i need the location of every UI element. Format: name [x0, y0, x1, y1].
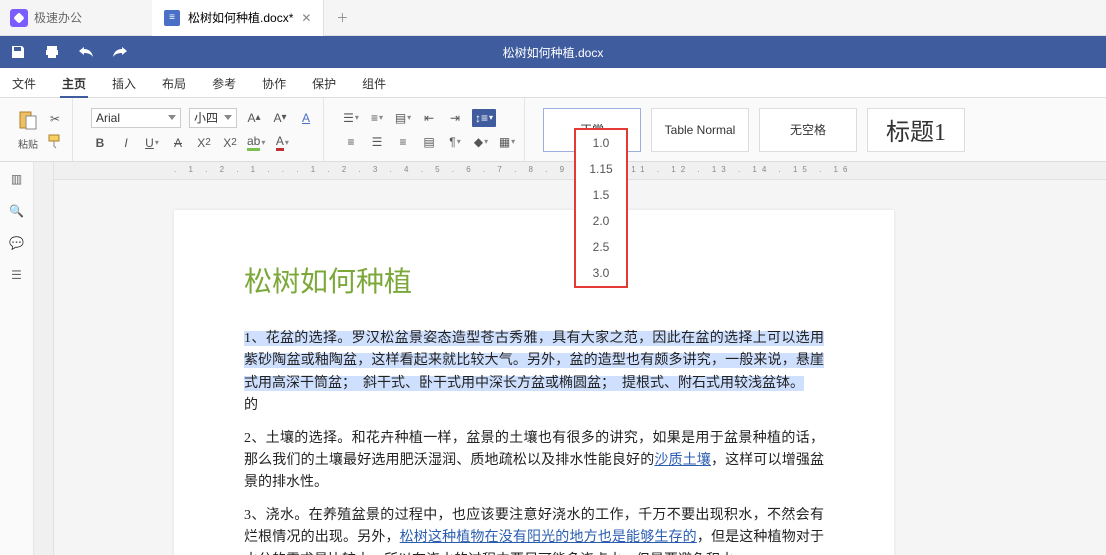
side-toolbar: ▥ 🔍 💬 ☰ — [0, 162, 34, 555]
shading-icon[interactable]: ◆▾ — [472, 133, 490, 151]
decrease-indent-icon[interactable]: ⇤ — [420, 109, 438, 127]
menu-tab-0[interactable]: 文件 — [10, 70, 38, 97]
menu-tabs: 文件主页插入布局参考协作保护组件 — [0, 68, 1106, 98]
paste-label: 粘贴 — [18, 136, 38, 151]
document-title[interactable]: 松树如何种植 — [244, 260, 824, 300]
titlebar: 极速办公 ≡ 松树如何种植.docx* ✕ ＋ — [0, 0, 1106, 36]
font-name-select[interactable]: Arial — [91, 108, 181, 128]
menu-tab-3[interactable]: 布局 — [160, 70, 188, 97]
align-justify-icon[interactable]: ▤ — [420, 133, 438, 151]
work-area: ▥ 🔍 💬 ☰ . 1 . 2 . 1 . . . 1 . 2 . 3 . 4 … — [0, 162, 1106, 555]
line-spacing-option-2.0[interactable]: 2.0 — [576, 208, 626, 234]
line-spacing-menu: 1.01.151.52.02.53.0 — [574, 128, 628, 288]
page: 松树如何种植 1、花盆的选择。罗汉松盆景姿态造型苍古秀雅，具有大家之范，因此在盆… — [174, 210, 894, 555]
new-tab-button[interactable]: ＋ — [324, 9, 360, 26]
ruler-marks: . 1 . 2 . 1 . . . 1 . 2 . 3 . 4 . 5 . 6 … — [174, 165, 852, 174]
paste-icon — [16, 108, 40, 132]
navigation-pane-icon[interactable]: ▥ — [11, 172, 22, 186]
link-sandy-soil[interactable]: 沙质土壤 — [654, 453, 711, 468]
chevron-down-icon — [168, 115, 176, 120]
window-title: 松树如何种植.docx — [503, 44, 604, 61]
font-size-select[interactable]: 小四 — [189, 108, 237, 128]
menu-tab-7[interactable]: 组件 — [360, 70, 388, 97]
print-icon[interactable] — [44, 44, 60, 60]
document-tab[interactable]: ≡ 松树如何种植.docx* ✕ — [152, 0, 324, 36]
numbered-list-icon[interactable]: ≡▾ — [368, 109, 386, 127]
clipboard-group: 粘贴 ✂ — [8, 98, 73, 161]
align-left-icon[interactable]: ≡ — [342, 133, 360, 151]
increase-indent-icon[interactable]: ⇥ — [446, 109, 464, 127]
paragraph-2[interactable]: 2、土壤的选择。和花卉种植一样，盆景的土壤也有很多的讲究，如果是用于盆景种植的话… — [244, 428, 824, 495]
increase-font-icon[interactable]: A▴ — [245, 109, 263, 127]
line-spacing-option-1.5[interactable]: 1.5 — [576, 182, 626, 208]
menu-tab-1[interactable]: 主页 — [60, 70, 88, 97]
cut-icon[interactable]: ✂ — [46, 110, 64, 128]
link-pine-survive[interactable]: 松树这种植物在没有阳光的地方也是能够生存的 — [400, 530, 697, 545]
save-icon[interactable] — [10, 44, 26, 60]
align-right-icon[interactable]: ≡ — [394, 133, 412, 151]
menu-tab-5[interactable]: 协作 — [260, 70, 288, 97]
paragraph-1-trail: 的 — [244, 398, 258, 413]
font-name-value: Arial — [96, 111, 120, 125]
highlight-color-icon[interactable]: ab▾ — [247, 134, 265, 152]
underline-icon[interactable]: U▾ — [143, 134, 161, 152]
bold-icon[interactable]: B — [91, 134, 109, 152]
line-spacing-option-1.15[interactable]: 1.15 — [576, 156, 626, 182]
multilevel-list-icon[interactable]: ▤▾ — [394, 109, 412, 127]
format-painter-icon[interactable] — [46, 132, 64, 150]
chevron-down-icon — [224, 115, 232, 120]
align-center-icon[interactable]: ☰ — [368, 133, 386, 151]
bullet-list-icon[interactable]: ☰▾ — [342, 109, 360, 127]
superscript-icon[interactable]: X2 — [195, 134, 213, 152]
menu-tab-6[interactable]: 保护 — [310, 70, 338, 97]
style-3[interactable]: 标题1 — [867, 108, 965, 152]
selected-text: 1、花盆的选择。罗汉松盆景姿态造型苍古秀雅，具有大家之范，因此在盆的选择上可以选… — [244, 331, 824, 391]
search-icon[interactable]: 🔍 — [9, 204, 24, 218]
line-spacing-option-3.0[interactable]: 3.0 — [576, 260, 626, 286]
style-2[interactable]: 无空格 — [759, 108, 857, 152]
paragraph-group: ☰▾ ≡▾ ▤▾ ⇤ ⇥ ↕≡▾ ≡ ☰ ≡ ▤ ¶▾ ◆▾ ▦▾ — [334, 98, 525, 161]
font-group: Arial 小四 A▴ A▾ A B I U▾ A X2 X2 ab▾ A▾ — [83, 98, 324, 161]
borders-icon[interactable]: ▦▾ — [498, 133, 516, 151]
strikethrough-icon[interactable]: A — [169, 134, 187, 152]
italic-icon[interactable]: I — [117, 134, 135, 152]
line-spacing-option-2.5[interactable]: 2.5 — [576, 234, 626, 260]
outline-icon[interactable]: ☰ — [11, 268, 22, 282]
paragraph-mark-icon[interactable]: ¶▾ — [446, 133, 464, 151]
font-color-icon[interactable]: A▾ — [273, 134, 291, 152]
menu-tab-4[interactable]: 参考 — [210, 70, 238, 97]
vertical-ruler — [34, 162, 54, 555]
paste-button[interactable]: 粘贴 — [16, 108, 40, 151]
font-size-value: 小四 — [194, 109, 218, 126]
doc-icon: ≡ — [164, 10, 180, 26]
decrease-font-icon[interactable]: A▾ — [271, 109, 289, 127]
app-brand: 极速办公 — [0, 9, 92, 27]
paragraph-1[interactable]: 1、花盆的选择。罗汉松盆景姿态造型苍古秀雅，具有大家之范，因此在盆的选择上可以选… — [244, 328, 824, 418]
line-spacing-button[interactable]: ↕≡▾ — [472, 109, 496, 127]
menu-tab-2[interactable]: 插入 — [110, 70, 138, 97]
app-logo-icon — [10, 9, 28, 27]
tab-title: 松树如何种植.docx* — [188, 9, 293, 26]
close-icon[interactable]: ✕ — [301, 11, 311, 25]
paragraph-3[interactable]: 3、浇水。在养殖盆景的过程中，也应该要注意好浇水的工作，千万不要出现积水，不然会… — [244, 505, 824, 555]
subscript-icon[interactable]: X2 — [221, 134, 239, 152]
comments-icon[interactable]: 💬 — [9, 236, 24, 250]
undo-icon[interactable] — [78, 44, 94, 60]
clear-formatting-icon[interactable]: A — [297, 109, 315, 127]
line-spacing-option-1.0[interactable]: 1.0 — [576, 130, 626, 156]
redo-icon[interactable] — [112, 44, 128, 60]
ribbon: 粘贴 ✂ Arial 小四 A▴ A▾ A B I U▾ A X2 X2 ab▾ — [0, 98, 1106, 162]
style-1[interactable]: Table Normal — [651, 108, 749, 152]
app-brand-text: 极速办公 — [34, 9, 82, 26]
quick-access-bar: 松树如何种植.docx — [0, 36, 1106, 68]
